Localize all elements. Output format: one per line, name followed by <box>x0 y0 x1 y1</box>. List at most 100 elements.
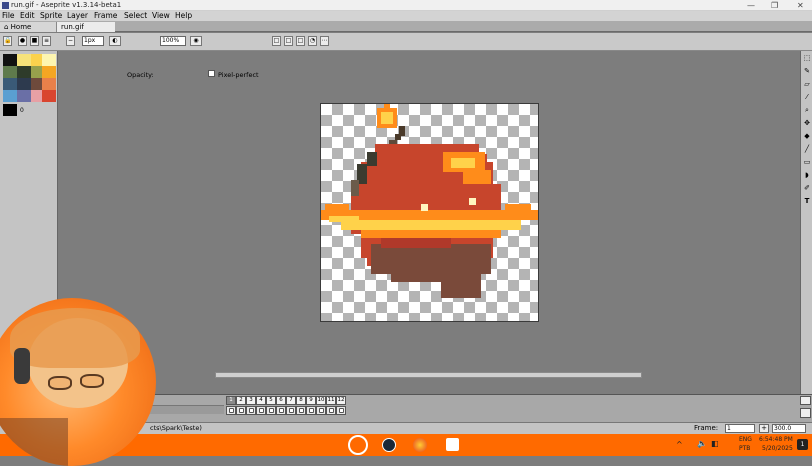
zoom-input[interactable]: 300.0 <box>772 424 806 433</box>
brush-type-square[interactable]: ■ <box>30 36 39 46</box>
eraser-icon[interactable]: ▱ <box>802 78 812 90</box>
frame-header[interactable]: 5 <box>266 396 276 405</box>
timeline-cel[interactable] <box>316 406 326 415</box>
palette-swatch[interactable] <box>42 54 56 66</box>
menu-select[interactable]: Select <box>124 11 147 20</box>
palette-swatch[interactable] <box>17 54 31 66</box>
brush-size-input[interactable]: 1px <box>82 36 104 46</box>
aseprite-taskbar-icon[interactable] <box>446 438 459 451</box>
tray-chevron-icon[interactable]: ^ <box>676 440 683 449</box>
menu-frame[interactable]: Frame <box>94 11 117 20</box>
menu-file[interactable]: File <box>2 11 15 20</box>
tab-run-gif[interactable]: run.gif <box>56 22 115 32</box>
clock-date[interactable]: 5/20/2025 <box>762 445 793 452</box>
palette-swatch[interactable] <box>3 104 17 116</box>
lock-icon[interactable]: 🔒 <box>3 36 12 46</box>
frame-header[interactable]: 10 <box>316 396 326 405</box>
timeline-cel[interactable] <box>226 406 236 415</box>
line-icon[interactable]: ╱ <box>802 143 812 155</box>
palette-swatch[interactable] <box>42 78 56 90</box>
palette-swatch[interactable] <box>17 90 31 102</box>
pencil-icon[interactable]: ✎ <box>802 65 812 77</box>
symmetry-vertical-icon[interactable]: □ <box>296 36 305 46</box>
frame-header[interactable]: 6 <box>276 396 286 405</box>
frame-header[interactable]: 4 <box>256 396 266 405</box>
minimize-button[interactable]: — <box>747 1 755 10</box>
contour-icon[interactable]: ✐ <box>802 182 812 194</box>
menu-help[interactable]: Help <box>175 11 192 20</box>
palette-swatch[interactable] <box>3 66 17 78</box>
paint-bucket-icon[interactable]: ◆ <box>802 130 812 142</box>
palette-swatch[interactable] <box>17 78 31 90</box>
timeline-cel[interactable] <box>246 406 256 415</box>
frame-input[interactable]: 1 <box>725 424 755 433</box>
rectangle-icon[interactable]: ▭ <box>802 156 812 168</box>
opacity-input[interactable]: 100% <box>160 36 186 46</box>
frame-header[interactable]: 11 <box>326 396 336 405</box>
palette-swatch[interactable] <box>17 66 31 78</box>
palette-swatch[interactable] <box>3 90 17 102</box>
add-frame-button[interactable]: + <box>759 424 769 433</box>
menu-sprite[interactable]: Sprite <box>40 11 62 20</box>
timeline-cel[interactable] <box>266 406 276 415</box>
frame-header[interactable]: 3 <box>246 396 256 405</box>
sprite-canvas[interactable] <box>320 103 539 322</box>
timeline-settings-icon[interactable] <box>800 396 811 405</box>
timeline-cel[interactable] <box>236 406 246 415</box>
start-logo-icon[interactable] <box>348 435 368 455</box>
tab-home[interactable]: ⌂ Home <box>0 22 64 32</box>
frame-header[interactable]: 8 <box>296 396 306 405</box>
symmetry-none-icon[interactable]: □ <box>272 36 281 46</box>
palette-swatch[interactable] <box>3 78 17 90</box>
menu-view[interactable]: View <box>152 11 170 20</box>
maximize-button[interactable]: ❐ <box>771 1 778 10</box>
tool-strip: ⬚ ✎ ▱ ⁄ ⌕ ✥ ◆ ╱ ▭ ◗ ✐ T ▭ <box>800 51 812 410</box>
menu-edit[interactable]: Edit <box>20 11 35 20</box>
frame-header[interactable]: 9 <box>306 396 316 405</box>
timeline-cel[interactable] <box>256 406 266 415</box>
volume-icon[interactable]: 🔈 <box>697 439 707 448</box>
timeline-cel[interactable] <box>296 406 306 415</box>
brush-size-decrease[interactable]: − <box>66 36 75 46</box>
symmetry-options-icon[interactable]: ⋯ <box>320 36 329 46</box>
firefox-icon[interactable] <box>413 438 427 452</box>
frame-header[interactable]: 1 <box>226 396 236 405</box>
frame-header[interactable]: 7 <box>286 396 296 405</box>
network-icon[interactable]: ◧ <box>711 439 719 448</box>
brush-angle-icon[interactable]: ◐ <box>109 36 121 46</box>
notification-badge[interactable]: 1 <box>797 439 808 450</box>
frame-header[interactable]: 2 <box>236 396 246 405</box>
ink-icon[interactable]: ◉ <box>190 36 202 46</box>
palette-swatch[interactable] <box>3 54 17 66</box>
onion-skin-icon[interactable] <box>800 408 811 418</box>
palette-swatch[interactable] <box>42 66 56 78</box>
clock-time[interactable]: 6:54:48 PM <box>759 436 793 443</box>
language-indicator-1[interactable]: ENG <box>739 436 752 443</box>
symmetry-both-icon[interactable]: ◔ <box>308 36 317 46</box>
timeline-cel[interactable] <box>306 406 316 415</box>
timeline-cel[interactable] <box>286 406 296 415</box>
brush-type-line[interactable]: ≡ <box>42 36 51 46</box>
horizontal-scrollbar[interactable] <box>215 372 642 378</box>
title-bar: run.gif - Aseprite v1.3.14-beta1 — ❐ ✕ <box>0 0 812 11</box>
pixel-perfect-checkbox[interactable] <box>208 70 215 77</box>
timeline-cel[interactable] <box>276 406 286 415</box>
move-icon[interactable]: ✥ <box>802 117 812 129</box>
brush-type-circle[interactable]: ● <box>18 36 27 46</box>
aseprite-app-icon <box>2 2 9 9</box>
steam-icon[interactable] <box>382 438 396 452</box>
frame-header[interactable]: 12 <box>336 396 346 405</box>
menu-layer[interactable]: Layer <box>67 11 88 20</box>
text-icon[interactable]: T <box>802 195 812 207</box>
palette-swatch[interactable] <box>42 90 56 102</box>
marquee-icon[interactable]: ⬚ <box>802 52 812 64</box>
home-icon: ⌂ <box>4 23 11 31</box>
zoom-icon[interactable]: ⌕ <box>802 104 812 116</box>
close-button[interactable]: ✕ <box>797 1 804 10</box>
eyedropper-icon[interactable]: ⁄ <box>802 91 812 103</box>
language-indicator-2[interactable]: PTB <box>739 445 750 452</box>
timeline-cel[interactable] <box>336 406 346 415</box>
symmetry-horizontal-icon[interactable]: □ <box>284 36 293 46</box>
blur-icon[interactable]: ◗ <box>802 169 812 181</box>
timeline-cel[interactable] <box>326 406 336 415</box>
